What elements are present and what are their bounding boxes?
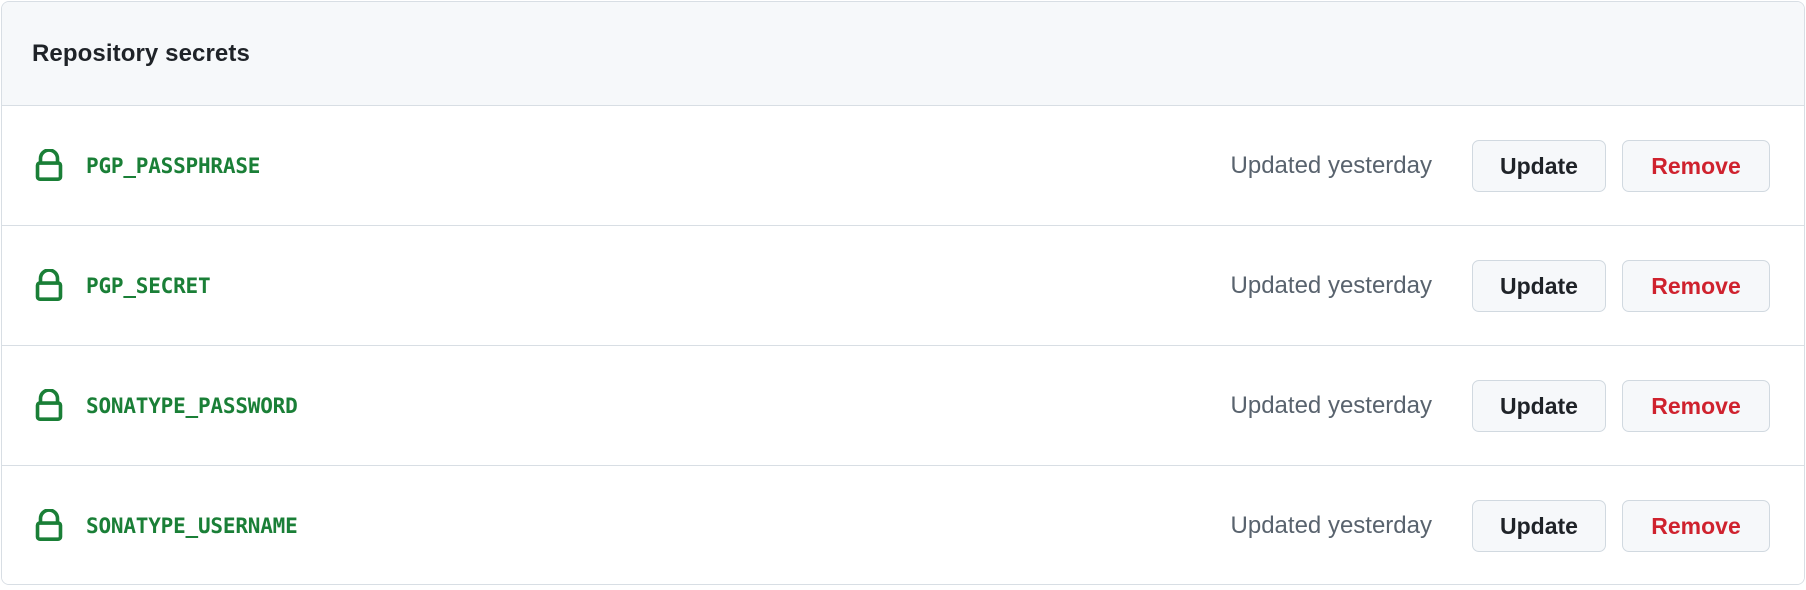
secret-name: SONATYPE_PASSWORD — [86, 393, 298, 418]
table-row: SONATYPE_USERNAME Updated yesterday Upda… — [2, 466, 1804, 584]
table-row: SONATYPE_PASSWORD Updated yesterday Upda… — [2, 346, 1804, 466]
secret-updated-timestamp: Updated yesterday — [1230, 391, 1432, 419]
row-actions: Update Remove — [1472, 379, 1770, 432]
lock-icon — [35, 388, 63, 421]
row-actions: Update Remove — [1472, 139, 1770, 192]
card-header: Repository secrets — [2, 2, 1804, 106]
lock-icon — [35, 148, 63, 181]
remove-secret-button[interactable]: Remove — [1622, 500, 1770, 552]
page-title: Repository secrets — [32, 39, 250, 67]
secret-name: SONATYPE_USERNAME — [86, 514, 298, 538]
update-secret-button[interactable]: Update — [1472, 259, 1606, 312]
update-secret-button[interactable]: Update — [1472, 139, 1606, 192]
lock-icon — [35, 268, 63, 301]
update-secret-button[interactable]: Update — [1472, 500, 1606, 552]
remove-secret-button[interactable]: Remove — [1622, 259, 1770, 312]
secret-updated-timestamp: Updated yesterday — [1230, 512, 1432, 539]
lock-icon — [35, 509, 63, 541]
row-actions: Update Remove — [1472, 259, 1770, 312]
secret-name: PGP_SECRET — [86, 273, 211, 298]
repository-secrets-card: Repository secrets PGP_PASSPHRASE Update… — [1, 1, 1805, 585]
secret-name: PGP_PASSPHRASE — [86, 153, 261, 178]
row-actions: Update Remove — [1472, 500, 1770, 552]
secret-updated-timestamp: Updated yesterday — [1230, 271, 1432, 299]
remove-secret-button[interactable]: Remove — [1622, 379, 1770, 432]
secret-updated-timestamp: Updated yesterday — [1230, 151, 1432, 179]
remove-secret-button[interactable]: Remove — [1622, 139, 1770, 192]
update-secret-button[interactable]: Update — [1472, 379, 1606, 432]
table-row: PGP_SECRET Updated yesterday Update Remo… — [2, 226, 1804, 346]
table-row: PGP_PASSPHRASE Updated yesterday Update … — [2, 106, 1804, 226]
secrets-list: PGP_PASSPHRASE Updated yesterday Update … — [2, 106, 1804, 584]
